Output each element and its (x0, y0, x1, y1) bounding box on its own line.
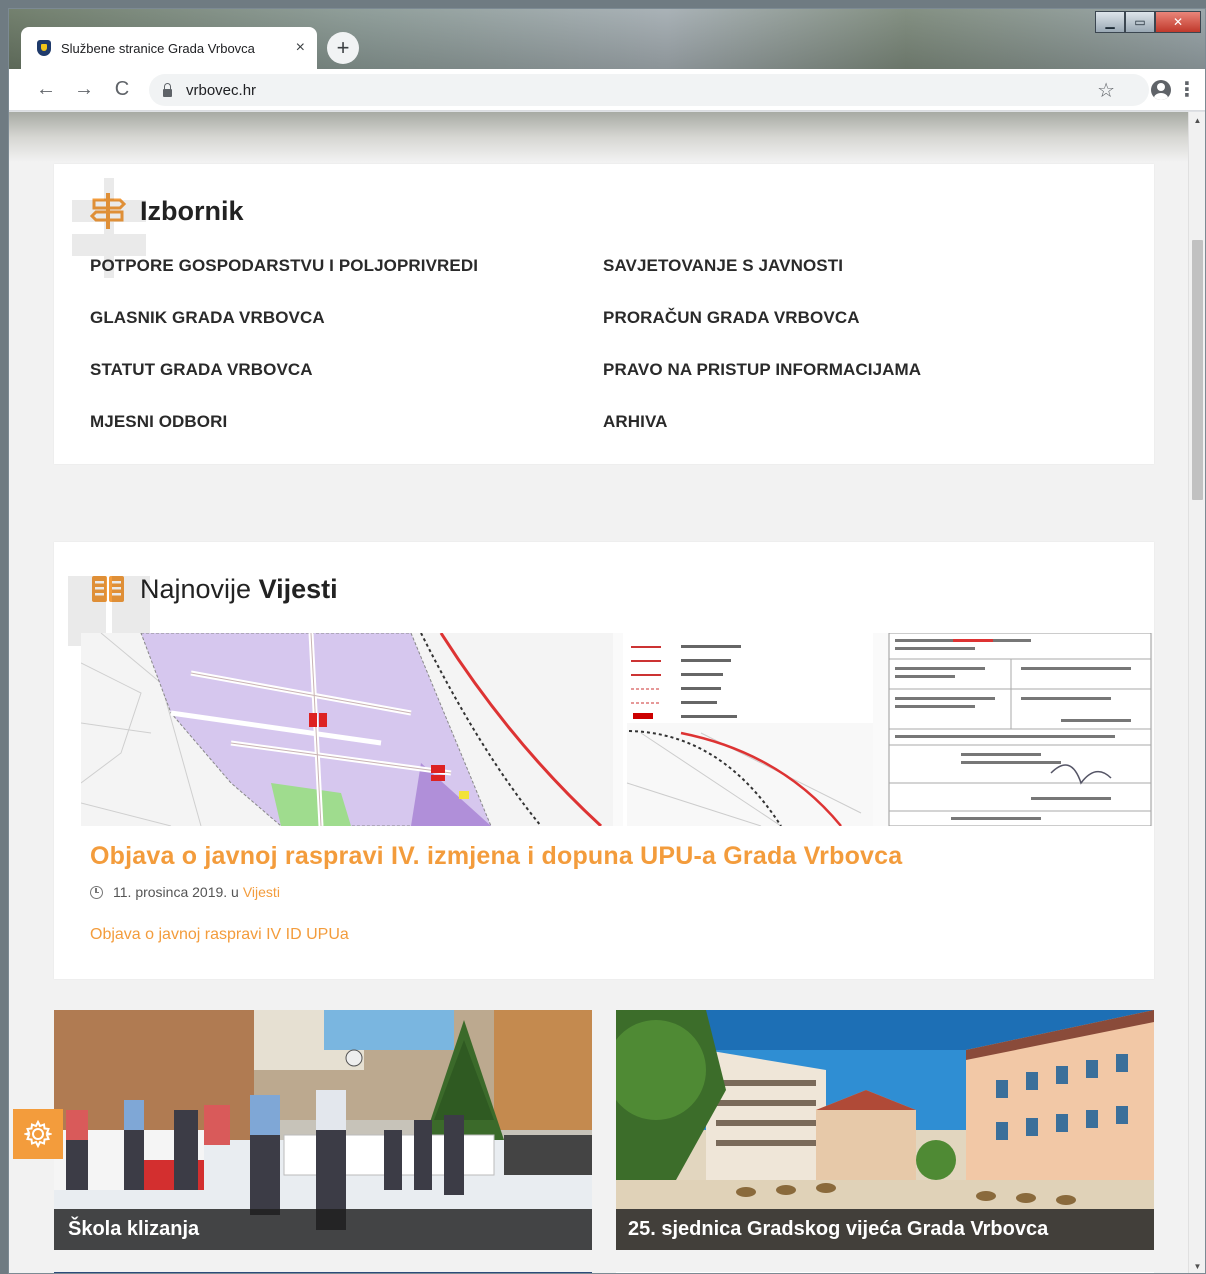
back-button[interactable]: ← (27, 71, 65, 109)
address-bar[interactable]: vrbovec.hr ☆ (149, 74, 1149, 106)
featured-news-title[interactable]: Objava o javnoj raspravi IV. izmjena i d… (90, 842, 902, 871)
menu-card: Izbornik POTPORE GOSPODARSTVU I POLJOPRI… (54, 164, 1154, 464)
bookmark-star-icon[interactable]: ☆ (1097, 78, 1115, 103)
menu-link-savjetovanje[interactable]: SAVJETOVANJE S JAVNOSTI (603, 256, 1116, 275)
news-tile[interactable]: 25. sjednica Gradskog vijeća Grada Vrbov… (616, 1010, 1154, 1250)
browser-window: ▁ ▭ ✕ Službene stranice Grada Vrbovca × … (8, 8, 1206, 1274)
news-date: 11. prosinca 2019. u (113, 884, 239, 900)
menu-link-proracun[interactable]: PRORAČUN GRADA VRBOVCA (603, 308, 1116, 327)
page-scrollbar[interactable]: ▲ ▼ (1188, 112, 1205, 1273)
news-heading: Najnovije Vijesti (68, 570, 338, 646)
news-excerpt-link[interactable]: Objava o javnoj raspravi IV ID UPUa (90, 926, 349, 944)
new-tab-button[interactable]: + (327, 32, 359, 64)
hero-image-strip (9, 112, 1189, 162)
tile-caption[interactable]: Škola klizanja (54, 1209, 592, 1250)
scroll-down-arrow-icon[interactable]: ▼ (1189, 1258, 1205, 1273)
news-title: Najnovije Vijesti (140, 573, 338, 604)
browser-toolbar: ← → C vrbovec.hr ☆ ⋮ (9, 69, 1205, 111)
lock-icon[interactable] (163, 82, 172, 97)
gear-icon (24, 1120, 52, 1148)
urban-plan-map-image (81, 633, 1153, 826)
menu-link-glasnik[interactable]: GLASNIK GRADA VRBOVCA (90, 308, 603, 327)
tab-title: Službene stranice Grada Vrbovca (61, 40, 255, 56)
menu-link-potpore[interactable]: POTPORE GOSPODARSTVU I POLJOPRIVREDI (90, 256, 603, 275)
tile-caption[interactable]: 25. sjednica Gradskog vijeća Grada Vrbov… (616, 1209, 1154, 1250)
featured-news-image[interactable] (81, 633, 1153, 826)
menu-link-statut[interactable]: STATUT GRADA VRBOVCA (90, 360, 603, 379)
close-window-button[interactable]: ✕ (1155, 11, 1201, 33)
news-card: Najnovije Vijesti Objava o javnoj raspra… (54, 542, 1154, 979)
accessibility-settings-button[interactable] (13, 1109, 63, 1159)
menu-link-mjesni-odbori[interactable]: MJESNI ODBORI (90, 412, 603, 431)
window-controls: ▁ ▭ ✕ (1095, 11, 1201, 33)
coat-of-arms-icon (37, 40, 51, 56)
page-viewport: Izbornik POTPORE GOSPODARSTVU I POLJOPRI… (9, 112, 1189, 1273)
menu-heading: Izbornik (72, 178, 244, 278)
menu-link-pravo-na-pristup[interactable]: PRAVO NA PRISTUP INFORMACIJAMA (603, 360, 1116, 379)
news-tile[interactable]: Škola klizanja (54, 1010, 592, 1250)
menu-link-arhiva[interactable]: ARHIVA (603, 412, 1116, 431)
scroll-thumb[interactable] (1192, 240, 1203, 500)
scroll-up-arrow-icon[interactable]: ▲ (1189, 112, 1205, 129)
profile-icon[interactable] (1151, 80, 1171, 100)
reload-button[interactable]: C (103, 71, 141, 109)
news-meta: 11. prosinca 2019. u Vijesti (90, 884, 280, 900)
clock-icon (90, 885, 103, 899)
menu-links: POTPORE GOSPODARSTVU I POLJOPRIVREDI SAV… (90, 256, 1130, 431)
forward-button[interactable]: → (65, 71, 103, 109)
url-text[interactable]: vrbovec.hr (186, 82, 256, 99)
minimize-button[interactable]: ▁ (1095, 11, 1125, 33)
tab-close-icon[interactable]: × (296, 39, 305, 57)
news-category-link[interactable]: Vijesti (243, 884, 280, 900)
maximize-button[interactable]: ▭ (1125, 11, 1155, 33)
browser-menu-icon[interactable]: ⋮ (1175, 80, 1199, 100)
browser-tab[interactable]: Službene stranice Grada Vrbovca × (21, 27, 317, 69)
menu-title: Izbornik (140, 195, 244, 226)
